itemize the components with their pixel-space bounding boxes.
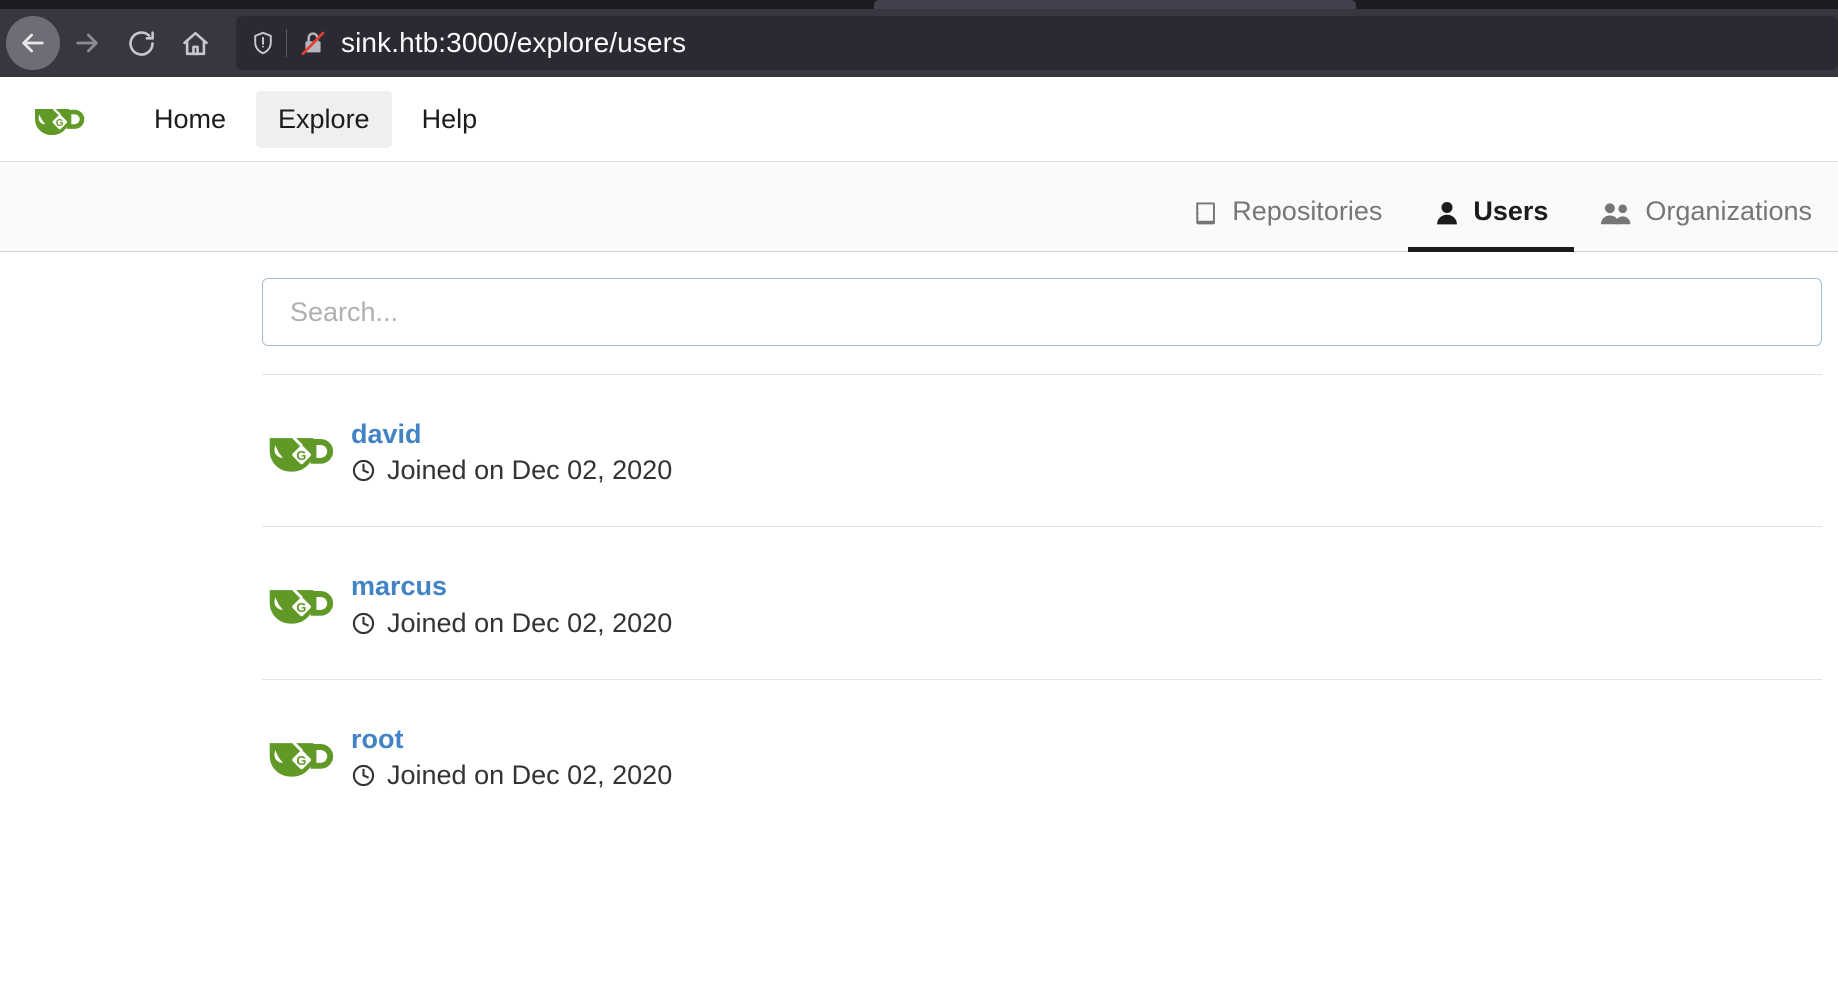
user-list: G david Joined on Dec 02, 2020 G marcus … (262, 374, 1822, 831)
lock-insecure-icon[interactable] (299, 29, 327, 57)
list-item[interactable]: G marcus Joined on Dec 02, 2020 (262, 526, 1822, 678)
user-meta: marcus Joined on Dec 02, 2020 (351, 570, 672, 638)
search-input[interactable] (262, 278, 1822, 346)
nav-link-home[interactable]: Home (132, 91, 248, 148)
url-text: sink.htb:3000/explore/users (341, 27, 687, 58)
organization-icon (1600, 199, 1632, 227)
repo-icon (1193, 199, 1219, 227)
user-name-link[interactable]: marcus (351, 572, 672, 601)
browser-tabstrip (0, 0, 1838, 9)
reload-icon (126, 28, 157, 59)
tab-repositories-label: Repositories (1232, 196, 1383, 226)
tab-users-label: Users (1473, 196, 1549, 226)
urlbar-divider (286, 29, 287, 57)
list-item[interactable]: G david Joined on Dec 02, 2020 (262, 374, 1822, 526)
user-meta: root Joined on Dec 02, 2020 (351, 723, 672, 791)
clock-icon (351, 458, 376, 483)
gitea-navbar: G Home Explore Help (0, 77, 1838, 162)
user-joined: Joined on Dec 02, 2020 (351, 760, 672, 791)
svg-text:G: G (56, 118, 64, 129)
user-joined-text: Joined on Dec 02, 2020 (387, 455, 673, 486)
avatar[interactable]: G (262, 570, 334, 636)
avatar[interactable]: G (262, 723, 334, 789)
svg-text:G: G (296, 448, 306, 463)
tab-repositories[interactable]: Repositories (1167, 162, 1408, 251)
browser-tab-active[interactable] (874, 0, 1356, 9)
reload-button[interactable] (114, 16, 168, 70)
tab-users[interactable]: Users (1408, 162, 1575, 252)
back-button[interactable] (6, 16, 60, 70)
user-name-link[interactable]: root (351, 724, 672, 753)
clock-icon (351, 763, 376, 788)
user-name-link[interactable]: david (351, 420, 672, 449)
user-icon (1434, 199, 1460, 227)
svg-text:G: G (296, 600, 306, 615)
explore-tabs-bar: Repositories Users Organizations (0, 162, 1838, 252)
browser-navbar: sink.htb:3000/explore/users (0, 9, 1838, 77)
nav-link-help[interactable]: Help (400, 91, 500, 148)
gitea-logo[interactable]: G (28, 96, 86, 142)
clock-icon (351, 611, 376, 636)
url-bar[interactable]: sink.htb:3000/explore/users (236, 16, 1838, 70)
list-item[interactable]: G root Joined on Dec 02, 2020 (262, 678, 1822, 831)
shield-icon[interactable] (250, 30, 276, 56)
forward-arrow-icon (71, 27, 103, 59)
browser-chrome: sink.htb:3000/explore/users (0, 0, 1838, 77)
home-icon (180, 28, 211, 59)
svg-text:G: G (296, 753, 306, 768)
tab-organizations-label: Organizations (1645, 196, 1812, 226)
avatar[interactable]: G (262, 418, 334, 484)
explore-page: G david Joined on Dec 02, 2020 (0, 252, 1838, 990)
user-meta: david Joined on Dec 02, 2020 (351, 418, 672, 486)
tab-organizations[interactable]: Organizations (1574, 162, 1838, 251)
user-joined: Joined on Dec 02, 2020 (351, 455, 672, 486)
user-joined-text: Joined on Dec 02, 2020 (387, 760, 673, 791)
user-joined: Joined on Dec 02, 2020 (351, 608, 672, 639)
forward-button[interactable] (60, 16, 114, 70)
explore-tabs: Repositories Users Organizations (1167, 162, 1838, 252)
explore-container: G david Joined on Dec 02, 2020 (262, 278, 1822, 831)
back-arrow-icon (17, 27, 49, 59)
home-button[interactable] (168, 16, 222, 70)
user-joined-text: Joined on Dec 02, 2020 (387, 607, 673, 638)
nav-link-explore[interactable]: Explore (256, 90, 392, 148)
